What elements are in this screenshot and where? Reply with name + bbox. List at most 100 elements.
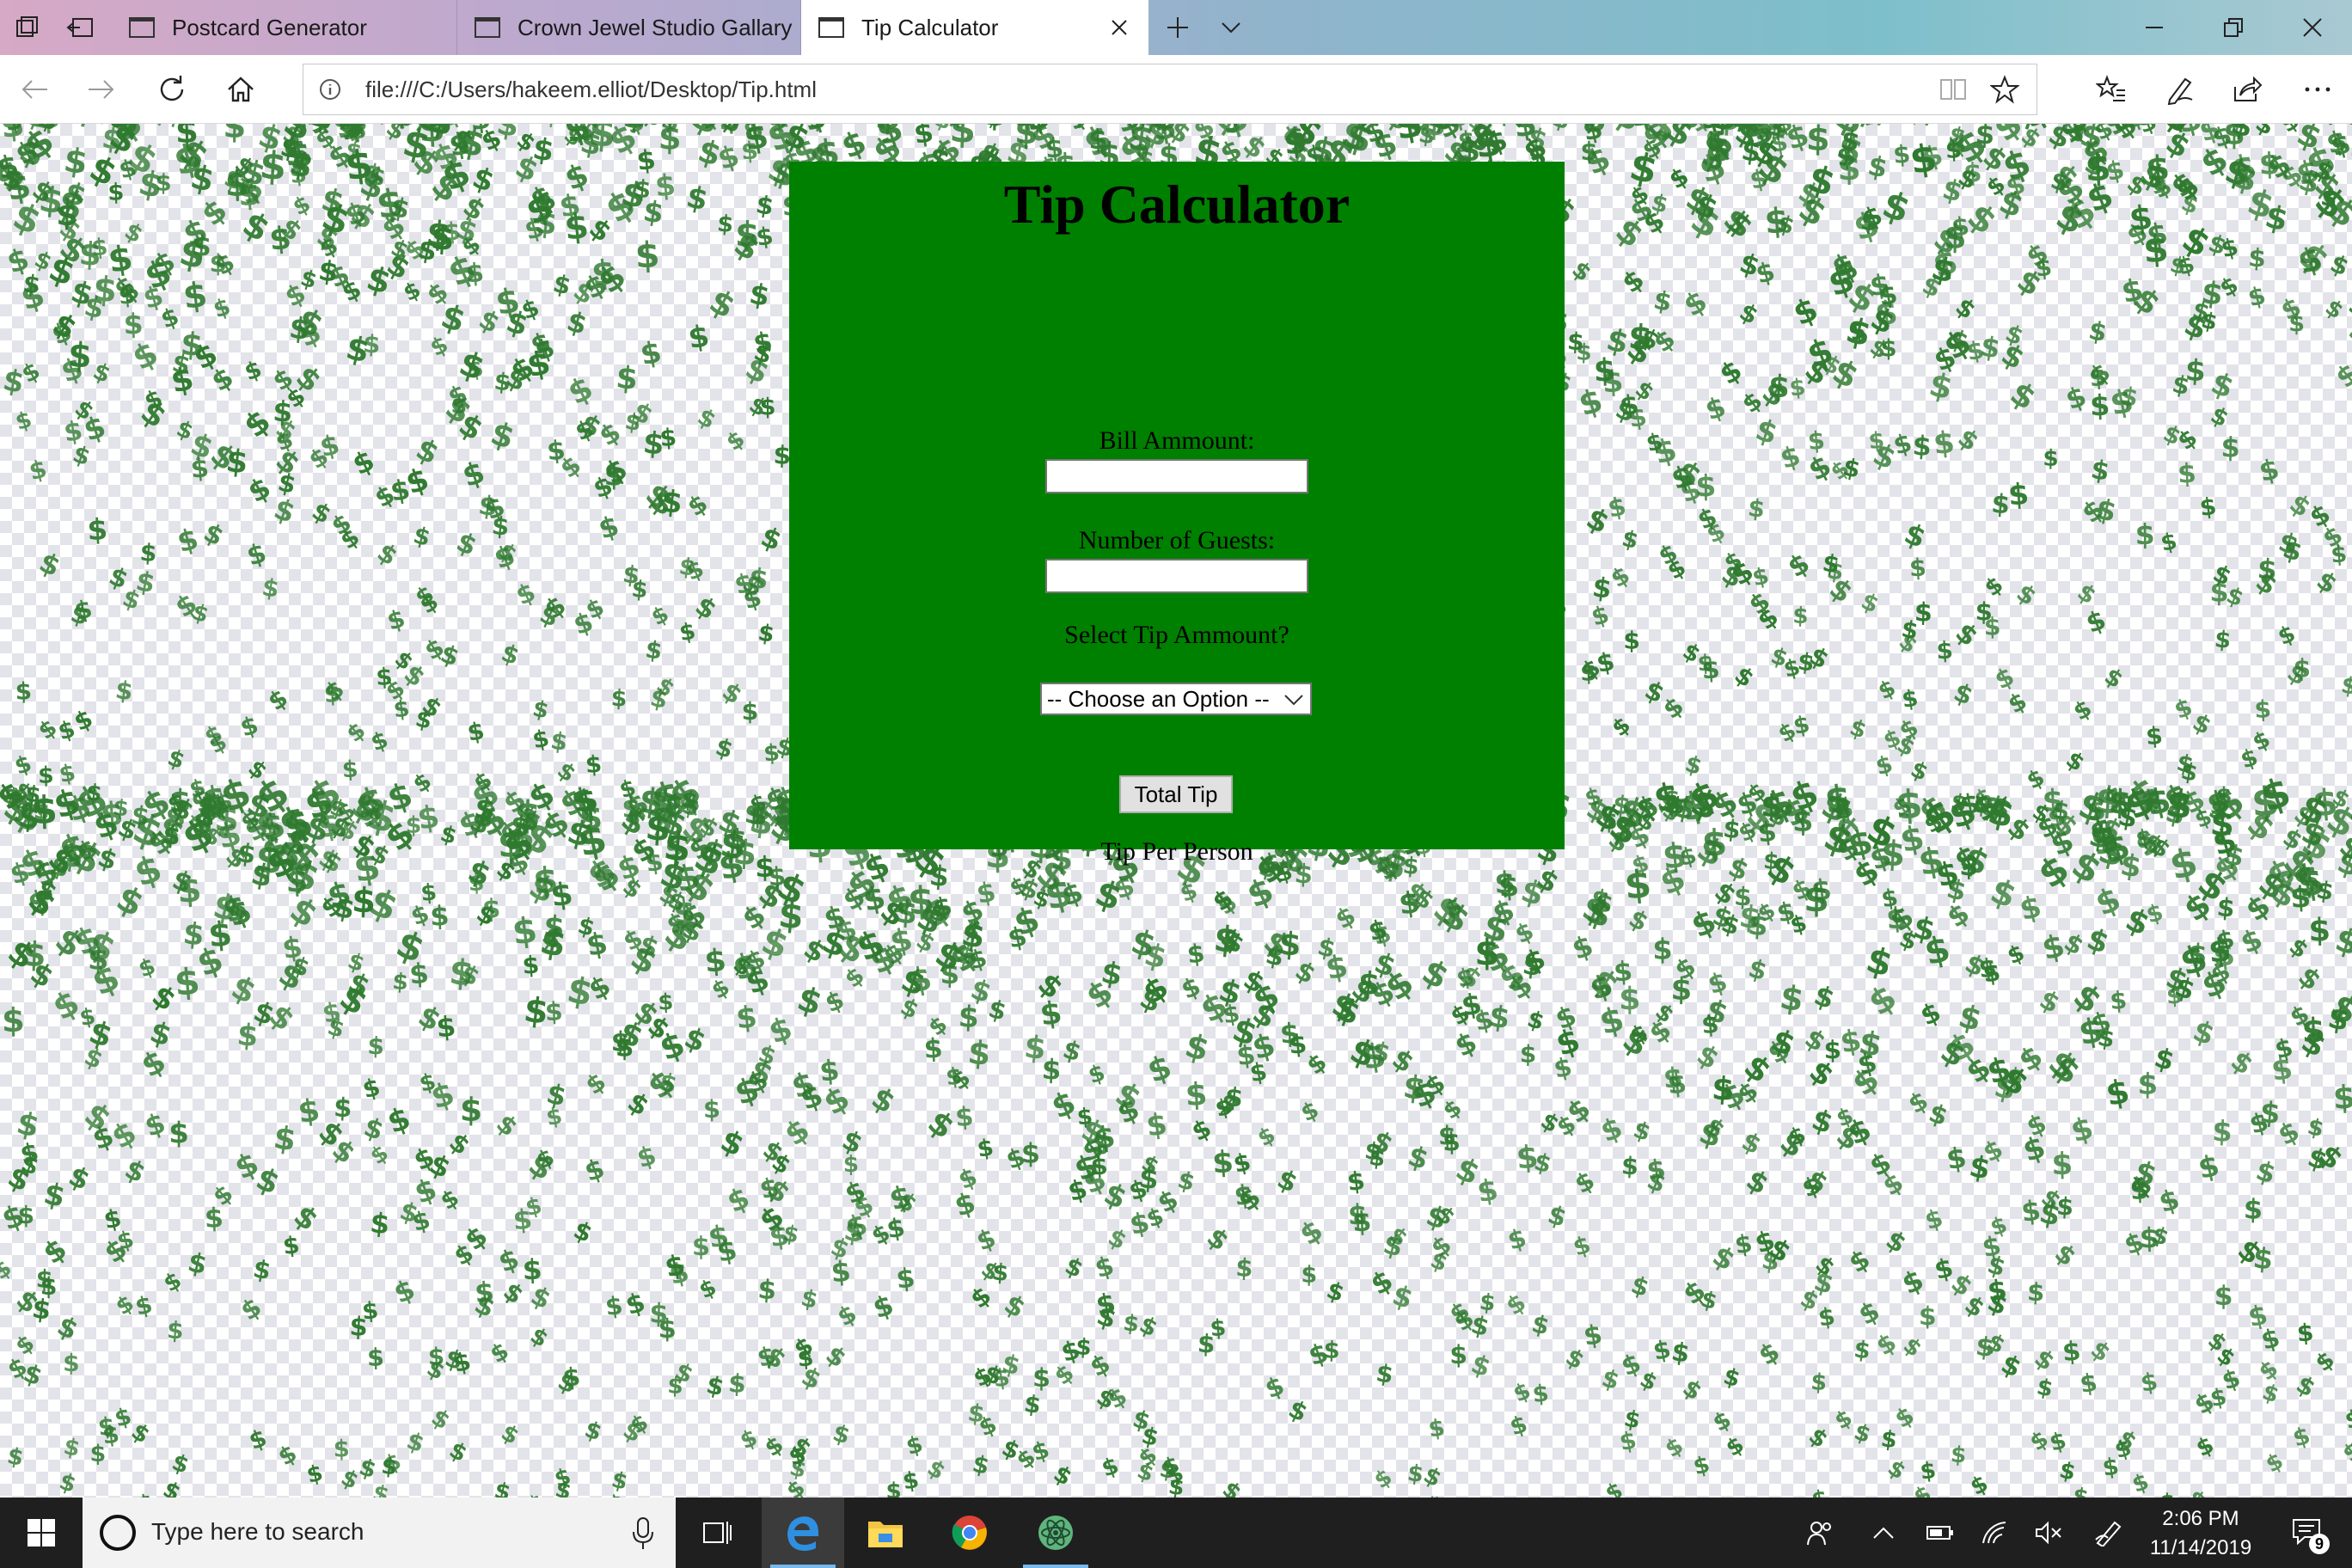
battery-icon[interactable] [1919, 1498, 1962, 1568]
system-clock[interactable]: 2:06 PM 11/14/2019 [2132, 1504, 2269, 1563]
file-explorer-icon[interactable] [844, 1498, 927, 1568]
action-center-icon[interactable]: 9 [2278, 1498, 2338, 1568]
people-icon[interactable] [1797, 1498, 1845, 1568]
dollar-sign-decoration: $ [2209, 575, 2229, 609]
dollar-sign-decoration: $ [2159, 1490, 2176, 1498]
tab-postcard-generator[interactable]: Postcard Generator [112, 0, 457, 55]
dollar-sign-decoration: $ [2034, 984, 2064, 1020]
dollar-sign-decoration: $ [1722, 814, 1743, 845]
chrome-icon[interactable] [928, 1498, 1011, 1568]
wifi-icon[interactable] [1974, 1498, 2017, 1568]
dollar-sign-decoration: $ [251, 1253, 273, 1285]
info-icon[interactable] [317, 77, 343, 102]
dollar-sign-decoration: $ [2225, 1044, 2259, 1081]
dollar-sign-decoration: $ [1735, 297, 1763, 330]
forward-icon[interactable] [83, 70, 120, 108]
dollar-sign-decoration: $ [2288, 310, 2305, 337]
close-tab-icon[interactable] [1107, 15, 1131, 40]
dollar-sign-decoration: $ [2311, 781, 2339, 824]
dollar-sign-decoration: $ [1416, 952, 1455, 998]
share-icon[interactable] [2228, 70, 2266, 108]
favorite-star-icon[interactable] [1990, 75, 2019, 104]
dollar-sign-decoration: $ [985, 994, 1009, 1026]
dollar-sign-decoration: $ [2004, 940, 2029, 970]
search-placeholder: Type here to search [151, 1518, 364, 1546]
back-icon[interactable] [15, 70, 53, 108]
dollar-sign-decoration: $ [1186, 1113, 1216, 1148]
dollar-sign-decoration: $ [1787, 290, 1823, 334]
dollar-sign-decoration: $ [458, 456, 489, 495]
dollar-sign-decoration: $ [260, 573, 281, 603]
chevron-down-icon[interactable] [1214, 10, 1248, 45]
dollar-sign-decoration: $ [383, 603, 408, 636]
dollar-sign-decoration: $ [370, 1479, 391, 1498]
dollar-sign-decoration: $ [895, 1263, 917, 1295]
tip-amount-select[interactable]: -- Choose an Option -- [1040, 683, 1312, 715]
home-icon[interactable] [222, 70, 260, 108]
tab-crown-jewel-studio[interactable]: Crown Jewel Studio Gallary [457, 0, 801, 55]
dollar-sign-decoration: $ [1090, 871, 1127, 919]
dollar-sign-decoration: $ [13, 407, 35, 436]
dollar-sign-decoration: $ [677, 618, 698, 647]
dollar-sign-decoration: $ [1134, 1458, 1157, 1487]
pen-workspace-icon[interactable] [2087, 1498, 2130, 1568]
dollar-sign-decoration: $ [2184, 353, 2207, 389]
atom-editor-icon[interactable] [1014, 1498, 1097, 1568]
microphone-icon[interactable] [631, 1515, 655, 1551]
dollar-sign-decoration: $ [168, 1449, 193, 1479]
task-view-icon[interactable] [676, 1498, 758, 1568]
dollar-sign-decoration: $ [139, 538, 158, 567]
dollar-sign-decoration: $ [1776, 438, 1804, 475]
dollar-sign-decoration: $ [561, 369, 598, 413]
tab-manager-icon[interactable] [10, 10, 45, 45]
chevron-up-icon[interactable] [1862, 1498, 1905, 1568]
dollar-sign-decoration: $ [454, 344, 489, 389]
dollar-sign-decoration: $ [113, 675, 135, 706]
tab-title: Postcard Generator [172, 15, 367, 41]
close-window-icon[interactable] [2273, 0, 2352, 55]
set-tabs-aside-icon[interactable] [64, 10, 98, 45]
dollar-sign-decoration: $ [1925, 1098, 1951, 1132]
dollar-sign-decoration: $ [77, 1003, 97, 1032]
volume-muted-icon[interactable] [2027, 1498, 2070, 1568]
dollar-sign-decoration: $ [759, 394, 775, 420]
dollar-sign-decoration: $ [695, 1274, 720, 1304]
guests-input[interactable] [1045, 559, 1308, 593]
tab-tip-calculator[interactable]: Tip Calculator [801, 0, 1148, 55]
address-bar[interactable]: file:///C:/Users/hakeem.elliot/Desktop/T… [303, 64, 2037, 115]
start-button[interactable] [0, 1498, 83, 1568]
new-tab-icon[interactable] [1161, 10, 1195, 45]
restore-icon[interactable] [2194, 0, 2273, 55]
dollar-sign-decoration: $ [463, 853, 495, 893]
dollar-sign-decoration: $ [1061, 1252, 1087, 1283]
favorites-hub-icon[interactable] [2092, 70, 2130, 108]
dollar-sign-decoration: $ [1663, 161, 1694, 194]
taskbar-search-box[interactable]: Type here to search [83, 1498, 676, 1568]
dollar-sign-decoration: $ [304, 1461, 326, 1489]
dollar-sign-decoration: $ [634, 234, 661, 276]
bill-amount-input[interactable] [1045, 459, 1308, 493]
total-tip-button[interactable]: Total Tip [1119, 775, 1233, 813]
dollar-sign-decoration: $ [2099, 663, 2128, 694]
dollar-sign-decoration: $ [716, 211, 734, 239]
dollar-sign-decoration: $ [1880, 832, 1907, 875]
dollar-sign-decoration: $ [2252, 1155, 2279, 1191]
dollar-sign-decoration: $ [756, 620, 776, 649]
reading-view-icon[interactable] [1939, 77, 1968, 102]
dollar-sign-decoration: $ [241, 356, 265, 387]
dollar-sign-decoration: $ [579, 799, 603, 837]
more-options-icon[interactable] [2299, 70, 2337, 108]
page-icon [475, 17, 500, 38]
dollar-sign-decoration: $ [2082, 605, 2110, 640]
dollar-sign-decoration: $ [1661, 1432, 1688, 1463]
dollar-sign-decoration: $ [1294, 1213, 1329, 1252]
dollar-sign-decoration: $ [1984, 612, 2001, 640]
refresh-icon[interactable] [153, 70, 191, 108]
minimize-icon[interactable] [2115, 0, 2194, 55]
dollar-sign-decoration: $ [281, 1230, 301, 1260]
web-notes-icon[interactable] [2161, 70, 2199, 108]
edge-browser-icon[interactable] [762, 1498, 844, 1568]
dollar-sign-decoration: $ [2251, 124, 2279, 141]
dollar-sign-decoration: $ [2305, 1113, 2326, 1142]
dollar-sign-decoration: $ [1032, 1363, 1050, 1393]
